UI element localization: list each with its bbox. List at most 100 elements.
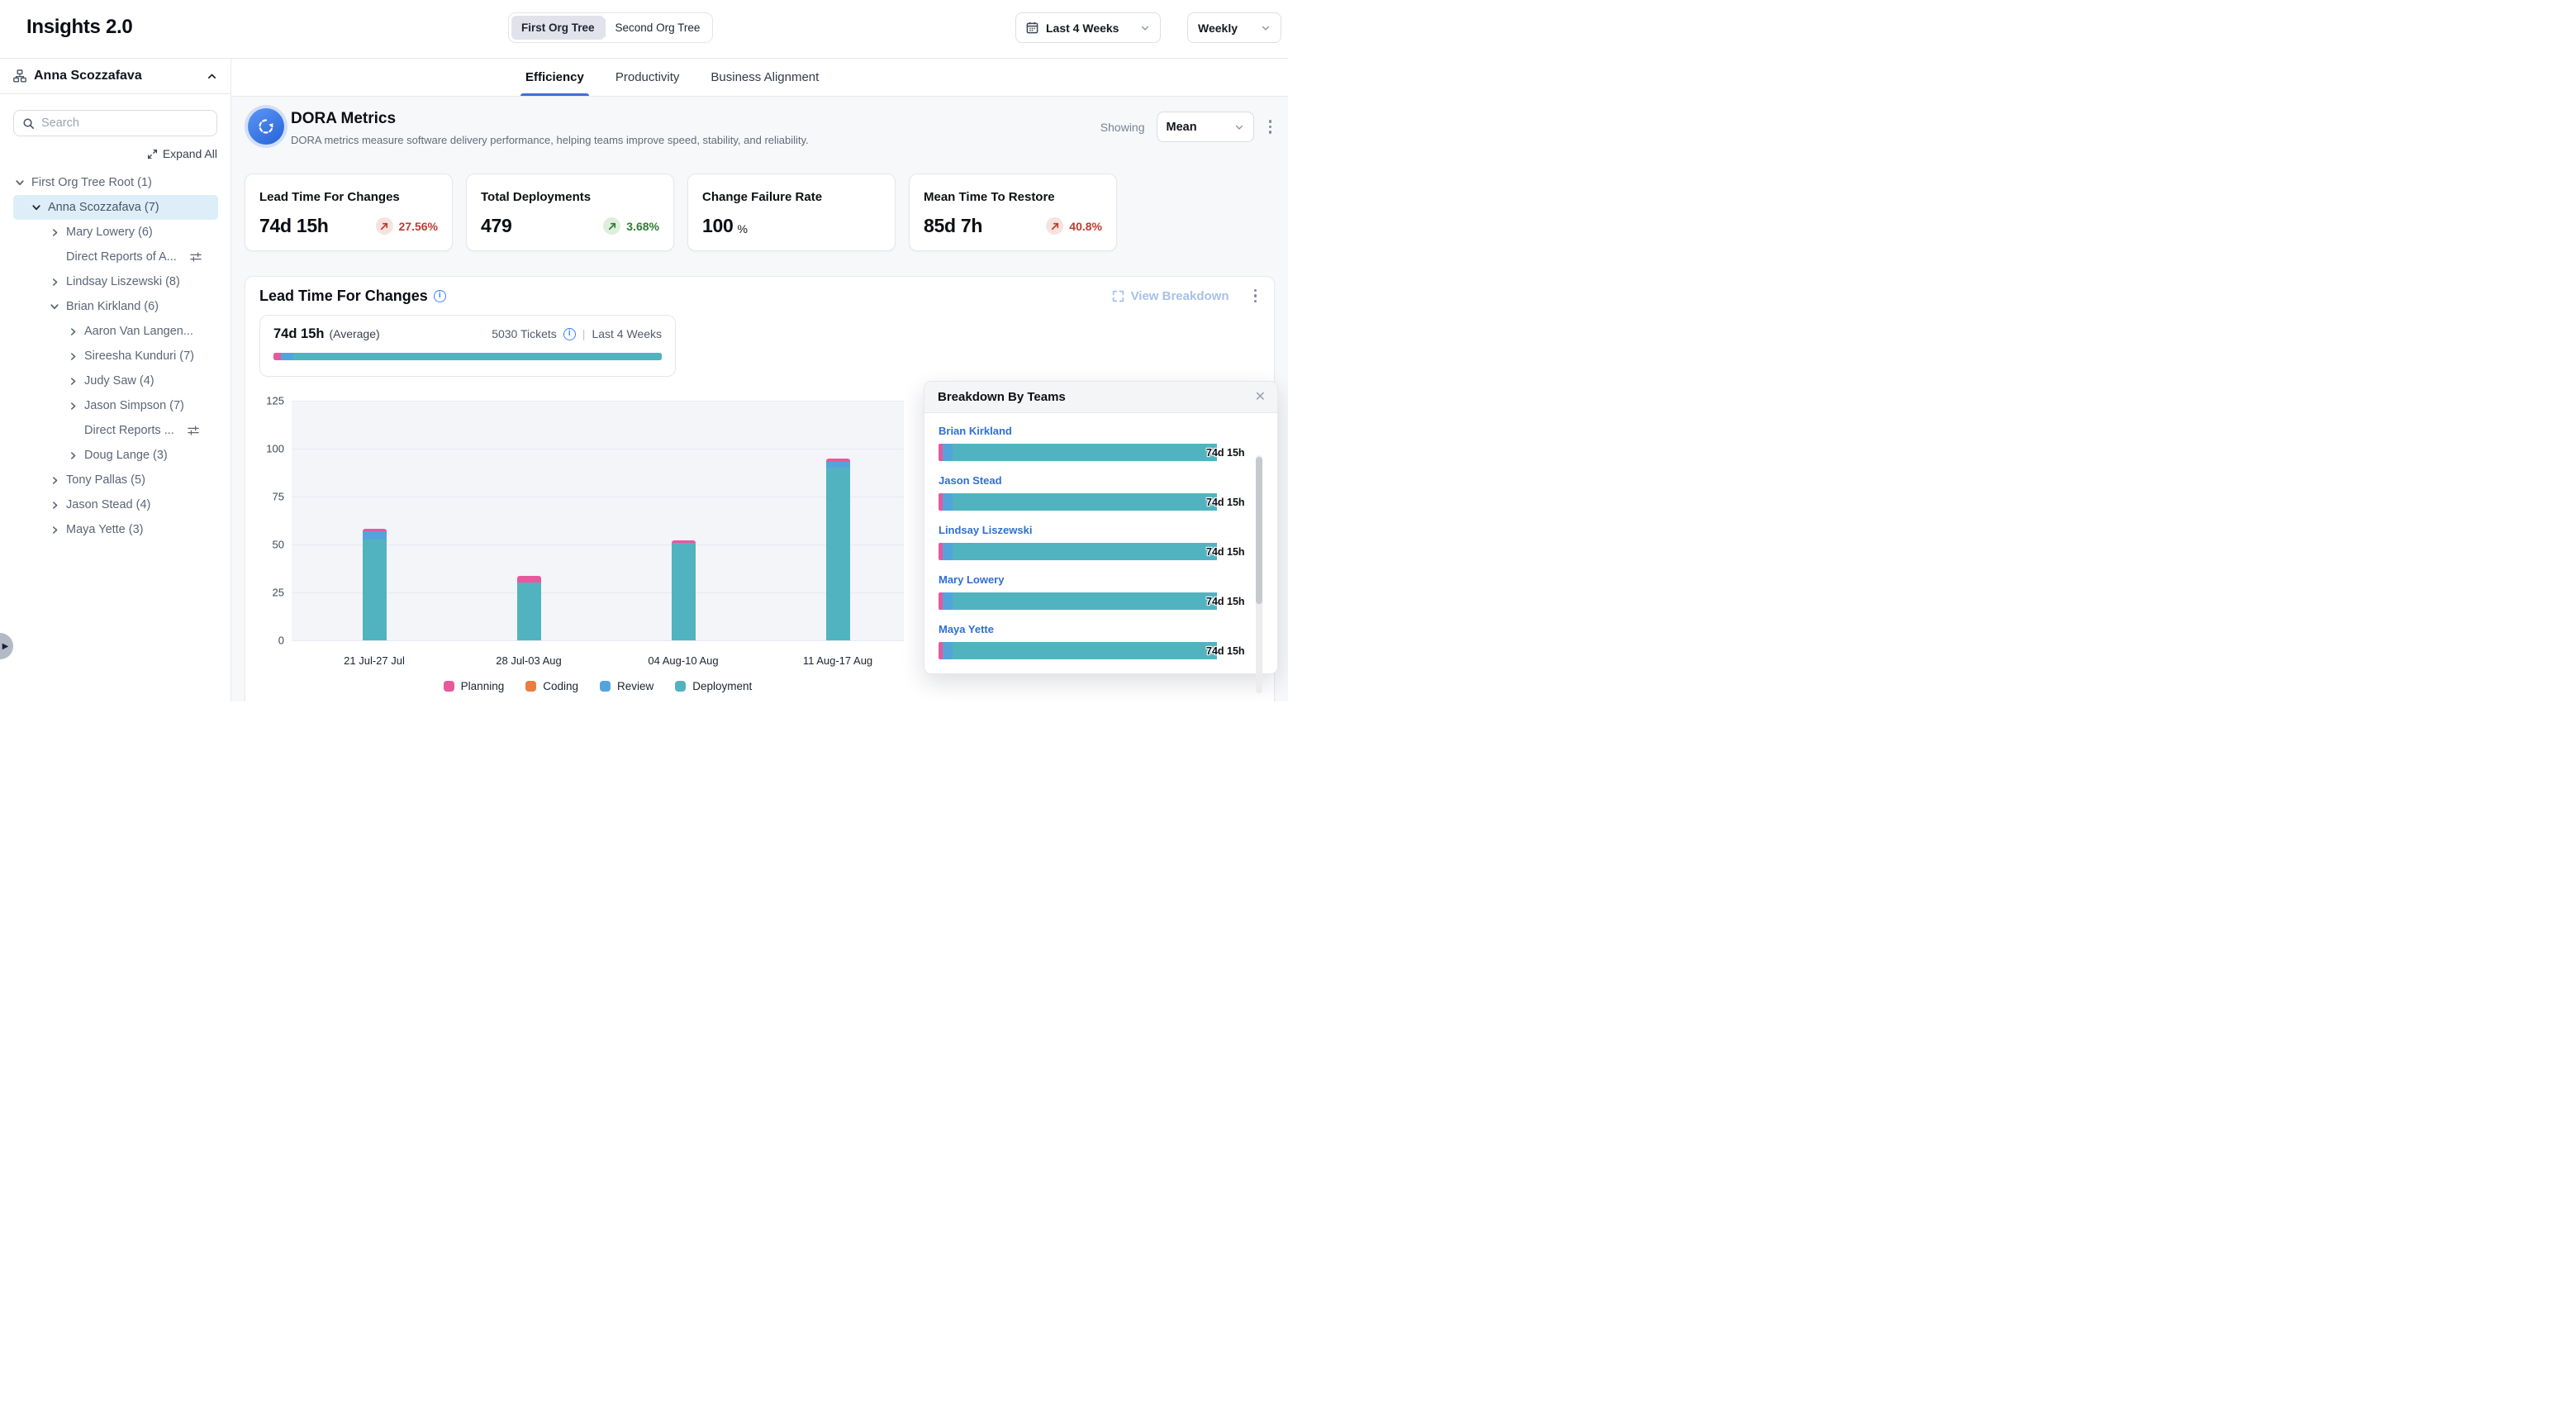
metric-value: 100	[702, 215, 733, 237]
sidebar-item-doug-lange-3[interactable]: Doug Lange (3)	[13, 443, 218, 468]
sidebar-item-lindsay-liszewski-8[interactable]: Lindsay Liszewski (8)	[13, 269, 218, 294]
granularity-select[interactable]: Weekly	[1187, 12, 1281, 43]
sidebar-item-tony-pallas-5[interactable]: Tony Pallas (5)	[13, 468, 218, 492]
breakdown-value-label: 74d 15h	[1206, 447, 1245, 459]
breakdown-team-link[interactable]: Jason Stead	[939, 474, 1002, 487]
chevron-down-icon[interactable]	[48, 302, 61, 312]
sidebar-header[interactable]: Anna Scozzafava	[0, 59, 231, 94]
date-range-value: Last 4 Weeks	[1046, 21, 1133, 35]
breakdown-team-link[interactable]: Brian Kirkland	[939, 425, 1012, 437]
sidebar-item-sireesha-kunduri-7[interactable]: Sireesha Kunduri (7)	[13, 344, 218, 369]
expand-all-icon	[147, 149, 158, 159]
lead-time-menu-kebab-icon[interactable]	[1251, 286, 1261, 307]
metric-value: 74d 15h	[259, 215, 329, 237]
chevron-right-icon[interactable]	[48, 278, 61, 287]
tab-efficiency[interactable]: Efficiency	[524, 59, 586, 96]
breakdown-team-link[interactable]: Maya Yette	[939, 623, 994, 635]
breakdown-value-label: 74d 15h	[1206, 546, 1245, 558]
stacked-bar-1[interactable]	[363, 529, 387, 640]
sidebar-item-jason-simpson-7[interactable]: Jason Simpson (7)	[13, 393, 218, 418]
showing-value: Mean	[1167, 121, 1228, 134]
chevron-right-icon[interactable]	[48, 526, 61, 535]
org-tree-option-2[interactable]: Second Org Tree	[606, 16, 711, 40]
sidebar-item-first-org-tree-root-1[interactable]: First Org Tree Root (1)	[13, 170, 218, 195]
chevron-down-icon[interactable]	[13, 178, 26, 188]
tab-underline	[611, 93, 685, 96]
chevron-right-icon[interactable]	[66, 352, 79, 361]
chevron-right-icon[interactable]	[48, 476, 61, 485]
sidebar-item-brian-kirkland-6[interactable]: Brian Kirkland (6)	[13, 294, 218, 319]
sidebar-item-aaron-van-langen[interactable]: Aaron Van Langen...	[13, 319, 218, 344]
info-icon[interactable]: i	[434, 290, 446, 302]
separator: |	[582, 327, 586, 340]
breakdown-segment-review	[943, 543, 953, 560]
bar-segment-deployment	[826, 468, 850, 640]
org-tree-option-1[interactable]: First Org Tree	[511, 16, 605, 40]
sidebar-item-jason-stead-4[interactable]: Jason Stead (4)	[13, 492, 218, 517]
info-icon[interactable]: i	[563, 328, 576, 340]
stacked-bar-3[interactable]	[672, 540, 696, 640]
tree-item-label: Mary Lowery (6)	[66, 226, 153, 239]
search-input[interactable]	[41, 117, 208, 130]
tab-label: Efficiency	[525, 70, 584, 84]
showing-select[interactable]: Mean	[1157, 112, 1254, 142]
trend-up-arrow-icon	[1046, 217, 1063, 235]
tab-label: Productivity	[615, 70, 680, 84]
chevron-up-icon[interactable]	[207, 71, 217, 82]
chevron-right-icon[interactable]	[48, 501, 61, 510]
metric-delta-badge: 3.68%	[603, 217, 659, 235]
metric-unit: %	[737, 222, 747, 235]
close-icon[interactable]: ✕	[1255, 391, 1266, 404]
x-axis-label: 04 Aug-10 Aug	[648, 654, 718, 667]
y-axis-tick-label: 125	[251, 395, 284, 407]
chevron-down-icon[interactable]	[30, 202, 43, 212]
breakdown-team-link[interactable]: Lindsay Liszewski	[939, 524, 1032, 536]
tabs: Efficiency Productivity Business Alignment	[524, 59, 820, 96]
summary-stacked-bar	[273, 353, 662, 360]
tree-item-label: Tony Pallas (5)	[66, 473, 145, 487]
sidebar-item-direct-reports-of-a[interactable]: Direct Reports of A...	[13, 245, 218, 269]
chevron-right-icon[interactable]	[66, 377, 79, 386]
dora-menu-kebab-icon[interactable]	[1266, 117, 1276, 137]
x-axis-label: 11 Aug-17 Aug	[803, 654, 872, 667]
scrollbar-track[interactable]	[1256, 455, 1262, 693]
metric-value-row: 85d 7h40.8%	[924, 215, 1102, 237]
sidebar-item-maya-yette-3[interactable]: Maya Yette (3)	[13, 517, 218, 542]
date-range-select[interactable]: Last 4 Weeks	[1015, 12, 1161, 43]
tab-business-alignment[interactable]: Business Alignment	[709, 59, 820, 96]
lead-time-summary-card: 74d 15h (Average) 5030 Tickets i | Last …	[259, 315, 676, 377]
tab-productivity[interactable]: Productivity	[614, 59, 682, 96]
expand-all-button[interactable]: Expand All	[147, 147, 217, 160]
y-axis-tick-label: 75	[251, 491, 284, 503]
bar-segment-review	[363, 531, 387, 540]
breakdown-team-link[interactable]: Mary Lowery	[939, 573, 1004, 586]
breakdown-rows: Brian Kirkland74d 15hJason Stead74d 15hL…	[939, 424, 1277, 659]
chevron-right-icon[interactable]	[66, 402, 79, 411]
chevron-right-icon[interactable]	[66, 451, 79, 460]
sidebar-item-judy-saw-4[interactable]: Judy Saw (4)	[13, 369, 218, 393]
scrollbar-thumb[interactable]	[1256, 457, 1262, 604]
legend-item-planning: Planning	[444, 680, 505, 692]
view-breakdown-button[interactable]: View Breakdown	[1112, 289, 1229, 303]
trend-up-arrow-icon	[603, 217, 620, 235]
dora-cycle-icon	[248, 108, 284, 145]
breakdown-title: Breakdown By Teams	[938, 390, 1066, 404]
stacked-bar-4[interactable]	[826, 459, 850, 640]
filter-sliders-icon[interactable]	[190, 251, 202, 263]
sidebar-item-anna-scozzafava-7[interactable]: Anna Scozzafava (7)	[13, 195, 218, 220]
chevron-right-icon[interactable]	[66, 327, 79, 336]
breakdown-header: Breakdown By Teams ✕	[924, 382, 1277, 413]
sidebar-item-mary-lowery-6[interactable]: Mary Lowery (6)	[13, 220, 218, 245]
summary-period: Last 4 Weeks	[592, 327, 662, 340]
summary-segment-deployment	[293, 353, 662, 360]
breakdown-segment-deployment	[953, 642, 1217, 659]
sidebar-item-direct-reports[interactable]: Direct Reports ...	[13, 418, 218, 443]
stacked-bar-2[interactable]	[517, 576, 541, 640]
tree-item-label: Doug Lange (3)	[84, 449, 168, 462]
filter-sliders-icon[interactable]	[188, 425, 199, 436]
expand-all-label: Expand All	[163, 147, 217, 160]
breakdown-row: Jason Stead74d 15h	[939, 473, 1277, 511]
chevron-right-icon[interactable]	[48, 228, 61, 237]
trend-up-arrow-icon	[376, 217, 393, 235]
dora-header: DORA Metrics DORA metrics measure softwa…	[245, 108, 1275, 164]
